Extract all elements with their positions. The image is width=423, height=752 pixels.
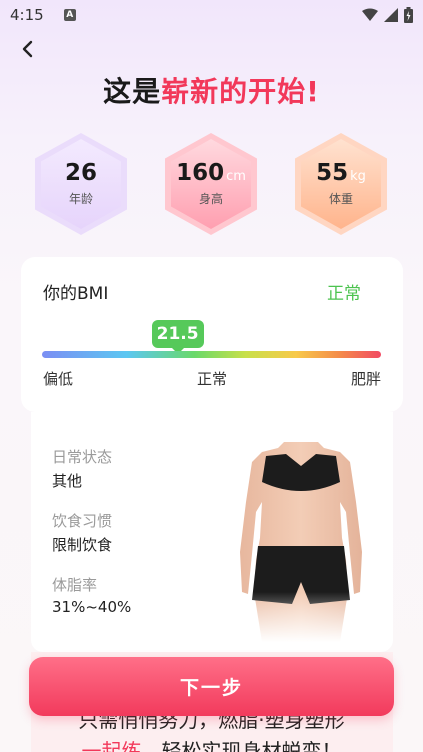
- chevron-left-icon: [22, 40, 33, 58]
- weight-label: 体重: [328, 191, 353, 206]
- bmi-scale-low: 偏低: [43, 370, 74, 388]
- battery-icon: [404, 7, 413, 23]
- bmi-scale-normal: 正常: [197, 370, 228, 388]
- age-label: 年龄: [68, 191, 93, 206]
- age-stat: 26 年龄: [35, 133, 127, 235]
- height-label: 身高: [198, 191, 223, 206]
- next-step-button[interactable]: 下一步: [29, 657, 394, 716]
- daily-status-value: 其他: [52, 472, 83, 490]
- diet-habit-label: 饮食习惯: [52, 512, 113, 530]
- height-value: 160: [176, 160, 225, 187]
- weight-stat: 55 kg 体重: [295, 133, 387, 235]
- slogan-line2-red: 一起练: [81, 739, 142, 752]
- bmi-gradient-bar: [42, 351, 381, 358]
- body-figure-image: [236, 442, 366, 642]
- title-part1: 这是: [103, 75, 162, 108]
- body-info-card: 日常状态 其他 饮食习惯 限制饮食 体脂率 31%~40%: [31, 412, 393, 652]
- bmi-value-badge: 21.5: [151, 320, 204, 354]
- body-fat-value: 31%~40%: [52, 598, 132, 616]
- height-unit: cm: [226, 169, 246, 185]
- bmi-scale-high: 肥胖: [350, 370, 381, 388]
- body-fat-label: 体脂率: [52, 576, 98, 594]
- bmi-card: 你的BMI 正常 21.5 偏低 正常 肥胖: [21, 257, 403, 412]
- back-button[interactable]: [14, 36, 40, 62]
- bmi-status: 正常: [327, 284, 361, 304]
- diet-habit-value: 限制饮食: [52, 536, 113, 554]
- page-title: 这是崭新的开始!: [0, 70, 423, 110]
- bmi-title: 你的BMI: [43, 284, 109, 304]
- daily-status-label: 日常状态: [52, 448, 113, 466]
- slogan-line2-rest: ，轻松实现身材蜕变！: [141, 739, 342, 752]
- weight-unit: kg: [350, 169, 366, 185]
- weight-value: 55: [316, 160, 349, 187]
- title-accent: 崭新的开始: [161, 75, 307, 108]
- wifi-icon: [362, 8, 378, 21]
- age-value: 26: [64, 160, 97, 187]
- signal-icon: [384, 8, 398, 22]
- height-stat: 160 cm 身高: [165, 133, 257, 235]
- status-time: 4:15: [10, 6, 44, 24]
- status-icons: [362, 7, 413, 23]
- title-end: !: [306, 75, 320, 108]
- status-bar: 4:15 A: [0, 0, 423, 30]
- notification-a-icon: A: [63, 9, 76, 21]
